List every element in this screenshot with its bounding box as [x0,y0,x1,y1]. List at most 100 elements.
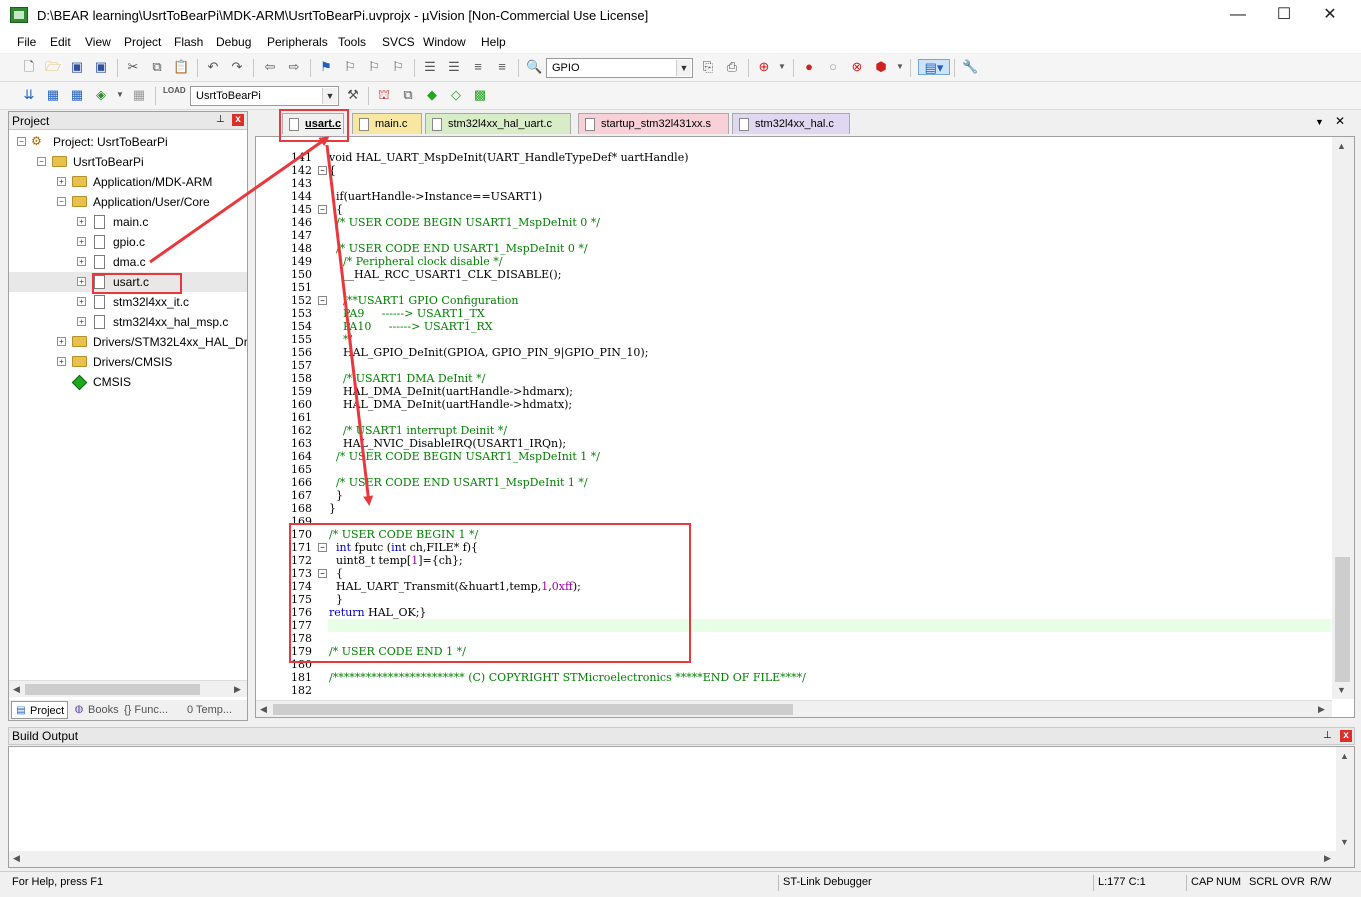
collapse-icon[interactable]: − [17,137,26,146]
find-icon[interactable]: ⎘ [700,59,716,75]
menu-help[interactable]: Help [481,35,506,49]
scroll-up-icon[interactable]: ▲ [1337,141,1346,151]
undo-icon[interactable]: ↶ [205,59,221,75]
build-output-panel[interactable]: ▲ ▼ ◀ ▶ [8,746,1355,868]
close-window-button[interactable]: ✕ [1307,0,1353,32]
tab-templates[interactable]: 0 Temp... [179,701,232,719]
redo-icon[interactable]: ↷ [229,59,245,75]
project-horizontal-scrollbar[interactable]: ◀ ▶ [9,680,247,697]
copy-icon[interactable]: ⧉ [149,59,165,75]
menu-debug[interactable]: Debug [216,35,251,49]
expand-icon[interactable]: + [57,357,66,366]
menu-file[interactable]: File [17,35,36,49]
scrollbar-thumb[interactable] [25,684,200,695]
code-line[interactable]: HAL_NVIC_DisableIRQ(USART1_IRQn); [329,437,566,450]
tree-item-cmsis-component[interactable]: CMSIS [9,372,247,392]
new-file-icon[interactable]: 🗋 [21,59,37,75]
stop-build-icon[interactable]: ▦ [131,87,147,103]
menu-project[interactable]: Project [124,35,161,49]
menu-window[interactable]: Window [423,35,466,49]
code-line[interactable]: HAL_GPIO_DeInit(GPIOA, GPIO_PIN_9|GPIO_P… [329,346,648,359]
target-combo[interactable]: UsrtToBearPi ▼ [190,86,339,106]
code-line[interactable]: { [329,164,336,177]
code-line[interactable]: /* USART1 DMA DeInit */ [329,372,485,385]
pack-installer-icon[interactable]: ◆ [424,87,440,103]
bookmark-prev-icon[interactable]: ⚐ [342,59,358,75]
fold-toggle-icon[interactable]: − [318,166,327,175]
expand-icon[interactable]: + [77,317,86,326]
build-vertical-scrollbar[interactable]: ▲ ▼ [1336,747,1354,852]
code-line[interactable]: /**USART1 GPIO Configuration [329,294,518,307]
download-icon[interactable]: LOAD [163,87,186,103]
incremental-find-icon[interactable]: ⎙ [724,59,740,75]
expand-icon[interactable]: + [57,337,66,346]
tree-item-dma-c[interactable]: + dma.c [9,252,247,272]
code-line[interactable]: } [329,489,343,502]
open-folder-icon[interactable]: 🗁 [45,59,61,75]
menu-tools[interactable]: Tools [338,35,366,49]
select-packs-icon[interactable]: ◇ [448,87,464,103]
scroll-right-icon[interactable]: ▶ [234,684,241,695]
code-line[interactable]: /* USER CODE END USART1_MspDeInit 0 */ [329,242,588,255]
tree-item-group-cmsis[interactable]: + Drivers/CMSIS [9,352,247,372]
expand-icon[interactable]: + [77,237,86,246]
code-line[interactable]: */ [329,333,352,346]
batch-build-icon[interactable]: ◈ [93,87,109,103]
expand-icon[interactable]: + [57,177,66,186]
translate-icon[interactable]: ⇊ [21,87,37,103]
scroll-right-icon[interactable]: ▶ [1324,853,1331,864]
chevron-down-icon[interactable]: ▼ [322,88,337,104]
tab-list-dropdown-icon[interactable]: ▼ [1315,117,1324,127]
bookmark-next-icon[interactable]: ⚐ [366,59,382,75]
scroll-right-icon[interactable]: ▶ [1318,704,1325,715]
tab-startup-s[interactable]: startup_stm32l431xx.s [578,113,729,134]
tree-item-stm32l4xx-it-c[interactable]: + stm32l4xx_it.c [9,292,247,312]
configure-wrench-icon[interactable]: 🔧 [962,59,978,75]
breakpoint-disable-all-icon[interactable]: ⊗ [849,59,865,75]
code-line[interactable]: } [329,502,336,515]
code-line[interactable]: /************************ (C) COPYRIGHT … [329,671,806,684]
code-line[interactable]: HAL_DMA_DeInit(uartHandle->hdmatx); [329,398,572,411]
manage-project-icon[interactable]: ⛫ [376,87,392,103]
tree-item-project[interactable]: − ⚙ Project: UsrtToBearPi [9,132,247,152]
breakpoint-icon[interactable]: ● [801,59,817,75]
code-line[interactable]: if(uartHandle->Instance==USART1) [329,190,542,203]
tree-item-main-c[interactable]: + main.c [9,212,247,232]
tab-project[interactable]: ▤ Project [11,701,68,719]
bookmark-clear-icon[interactable]: ⚐ [390,59,406,75]
breakpoint-kill-icon[interactable]: ⬢ [873,59,889,75]
nav-forward-icon[interactable]: ⇨ [286,59,302,75]
find-in-files-icon[interactable]: 🔍 [526,59,542,75]
debug-start-icon[interactable]: ⊕ [756,59,772,75]
run-time-env-icon[interactable]: ▩ [472,87,488,103]
expand-icon[interactable]: + [77,217,86,226]
tab-functions[interactable]: {} Func... [116,701,168,719]
tree-item-target[interactable]: − UsrtToBearPi [9,152,247,172]
pin-icon[interactable]: ⊥ [216,114,225,125]
expand-icon[interactable]: + [77,257,86,266]
menu-view[interactable]: View [85,35,111,49]
rebuild-icon[interactable]: ▦ [69,87,85,103]
tree-item-gpio-c[interactable]: + gpio.c [9,232,247,252]
tab-main-c[interactable]: main.c [352,113,422,134]
menu-peripherals[interactable]: Peripherals [267,35,328,49]
uncomment-icon[interactable]: ≡ [494,59,510,75]
scrollbar-thumb[interactable] [1335,557,1350,682]
tree-item-hal-msp-c[interactable]: + stm32l4xx_hal_msp.c [9,312,247,332]
paste-icon[interactable]: 📋 [173,59,189,75]
minimize-button[interactable]: — [1215,0,1261,32]
collapse-icon[interactable]: − [57,197,66,206]
target-options-icon[interactable]: ⚒ [345,87,361,103]
code-line[interactable]: { [329,203,343,216]
tab-hal-uart-c[interactable]: stm32l4xx_hal_uart.c [425,113,571,134]
menu-svcs[interactable]: SVCS [382,35,415,49]
chevron-down-icon[interactable]: ▼ [676,60,691,76]
tree-item-group-mdk-arm[interactable]: + Application/MDK-ARM [9,172,247,192]
tree-item-group-hal-driver[interactable]: + Drivers/STM32L4xx_HAL_Driv [9,332,247,352]
code-line[interactable]: /* USART1 interrupt Deinit */ [329,424,507,437]
close-icon[interactable]: x [1340,730,1352,742]
scroll-left-icon[interactable]: ◀ [13,684,20,695]
code-line[interactable]: HAL_DMA_DeInit(uartHandle->hdmarx); [329,385,573,398]
code-line[interactable]: __HAL_RCC_USART1_CLK_DISABLE(); [329,268,561,281]
tree-item-group-user-core[interactable]: − Application/User/Core [9,192,247,212]
